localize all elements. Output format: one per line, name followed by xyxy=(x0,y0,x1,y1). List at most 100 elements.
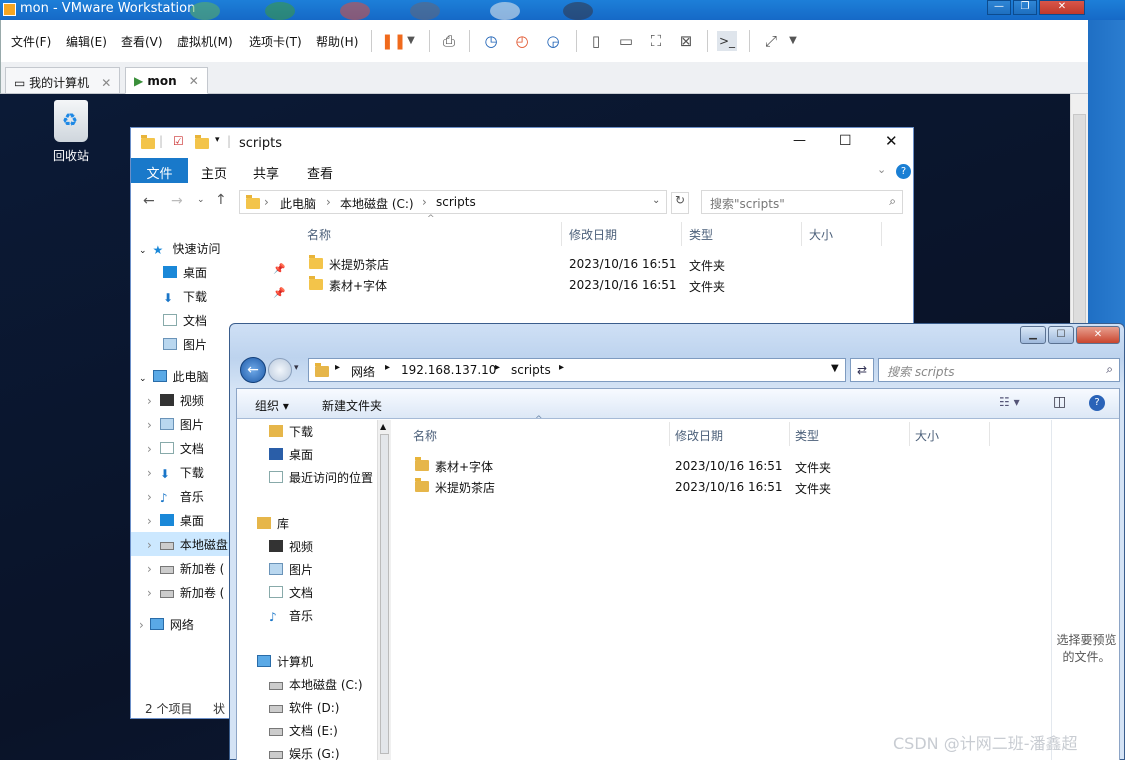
nav-desktop-pc[interactable]: › 桌面 xyxy=(147,512,204,534)
nav-music[interactable]: › ♪ 音乐 xyxy=(147,488,204,510)
breadcrumb-drive-c[interactable]: 本地磁盘 (C:) xyxy=(340,195,414,212)
scroll-up-icon[interactable]: ▲ xyxy=(380,422,386,431)
search-input[interactable]: 搜索 scripts ⌕ xyxy=(878,358,1120,382)
organize-button[interactable]: 组织 ▾ xyxy=(255,397,289,414)
column-name[interactable]: 名称 xyxy=(307,226,331,243)
close-button[interactable]: ✕ xyxy=(1076,326,1120,344)
back-icon[interactable]: ← xyxy=(240,357,266,383)
nav-pictures[interactable]: 图片 xyxy=(269,561,313,583)
menu-view[interactable]: 查看(V) xyxy=(121,33,163,50)
maximize-button[interactable]: ☐ xyxy=(1048,326,1074,344)
column-modified[interactable]: 修改日期 xyxy=(675,427,723,444)
send-keys-icon[interactable]: ⎙ xyxy=(439,31,459,51)
chevron-down-icon[interactable]: ⌄ xyxy=(139,246,147,256)
chevron-down-icon[interactable]: ▼ xyxy=(831,363,839,374)
file-row[interactable]: 素材+字体 xyxy=(415,457,493,475)
nav-documents[interactable]: 文档 xyxy=(269,584,313,606)
console-icon[interactable]: >_ xyxy=(717,31,737,51)
nav-library[interactable]: 库 xyxy=(257,515,289,537)
chevron-down-icon[interactable]: ⌄ xyxy=(197,195,205,205)
nav-scrollbar[interactable]: ▲ xyxy=(377,420,391,760)
nav-drive-d[interactable]: 软件 (D:) xyxy=(269,699,339,721)
chevron-right-icon[interactable]: › xyxy=(147,490,152,504)
nav-volume-2[interactable]: › 新加卷 ( xyxy=(147,584,224,606)
column-divider[interactable] xyxy=(681,222,682,246)
properties-icon[interactable]: ☑ xyxy=(173,134,184,148)
address-bar[interactable]: ▸ 网络 ▸ 192.168.137.10 ▸ scripts ▸ ▼ xyxy=(308,358,846,382)
up-icon[interactable]: ↑ xyxy=(215,192,227,208)
column-divider[interactable] xyxy=(561,222,562,246)
address-bar[interactable]: › 此电脑 › 本地磁盘 (C:) › scripts ⌄ xyxy=(239,190,667,214)
close-button[interactable]: ✕ xyxy=(1039,0,1085,15)
column-type[interactable]: 类型 xyxy=(689,226,713,243)
column-divider[interactable] xyxy=(989,422,990,446)
file-row[interactable]: 素材+字体 xyxy=(309,276,387,294)
help-icon[interactable]: ? xyxy=(896,164,911,179)
pin-icon[interactable]: 📌 xyxy=(273,288,285,299)
recycle-bin[interactable]: 回收站 xyxy=(48,100,94,164)
nav-downloads-pc[interactable]: › ⬇ 下载 xyxy=(147,464,204,486)
breadcrumb-host[interactable]: 192.168.137.10 xyxy=(401,363,496,377)
tab-view[interactable]: 查看 xyxy=(295,158,345,183)
forward-icon[interactable] xyxy=(268,358,292,382)
chevron-right-icon[interactable]: › xyxy=(147,562,152,576)
scrollbar-thumb[interactable] xyxy=(380,434,389,754)
column-divider[interactable] xyxy=(789,422,790,446)
nav-computer[interactable]: 计算机 xyxy=(257,653,313,675)
column-divider[interactable] xyxy=(909,422,910,446)
breadcrumb-network[interactable]: 网络 xyxy=(351,363,375,380)
breadcrumb-scripts[interactable]: scripts xyxy=(436,195,476,209)
close-icon[interactable]: ✕ xyxy=(189,74,199,88)
nav-this-pc[interactable]: ⌄ 此电脑 xyxy=(139,368,209,390)
maximize-button[interactable]: ❐ xyxy=(1013,0,1037,15)
chevron-right-icon[interactable]: › xyxy=(147,466,152,480)
chevron-right-icon[interactable]: › xyxy=(147,442,152,456)
search-icon[interactable]: ⌕ xyxy=(889,194,896,209)
chevron-right-icon[interactable]: › xyxy=(147,538,152,552)
tab-share[interactable]: 共享 xyxy=(241,158,291,183)
nav-drive-g[interactable]: 娱乐 (G:) xyxy=(269,745,340,760)
breadcrumb-this-pc[interactable]: 此电脑 xyxy=(280,195,316,212)
column-divider[interactable] xyxy=(881,222,882,246)
chevron-right-icon[interactable]: › xyxy=(139,618,144,632)
close-button[interactable]: ✕ xyxy=(885,132,898,150)
view-options-icon[interactable]: ☷ ▾ xyxy=(999,395,1020,409)
tab-home[interactable]: 主页 xyxy=(189,158,239,183)
nav-music[interactable]: ♪ 音乐 xyxy=(269,607,313,629)
nav-documents-pc[interactable]: › 文档 xyxy=(147,440,204,462)
column-modified[interactable]: 修改日期 xyxy=(569,226,617,243)
column-name[interactable]: 名称 xyxy=(413,427,437,444)
nav-volume-1[interactable]: › 新加卷 ( xyxy=(147,560,224,582)
column-type[interactable]: 类型 xyxy=(795,427,819,444)
fullscreen-icon[interactable]: ⛶ xyxy=(646,31,666,51)
stretch-icon[interactable]: ⤢ xyxy=(761,31,781,51)
nav-drive-c[interactable]: 本地磁盘 (C:) xyxy=(269,676,363,698)
close-icon[interactable]: ✕ xyxy=(101,76,111,90)
column-size[interactable]: 大小 xyxy=(915,427,939,444)
nav-downloads[interactable]: ⬇ 下载 📌 xyxy=(163,288,285,310)
nav-quick-access[interactable]: ⌄ ★ 快速访问 xyxy=(139,240,221,262)
help-icon[interactable]: ? xyxy=(1089,395,1105,411)
preview-pane-icon[interactable]: ◫ xyxy=(1053,394,1066,410)
maximize-button[interactable]: ☐ xyxy=(839,133,852,149)
nav-videos[interactable]: 视频 xyxy=(269,538,313,560)
new-folder-button[interactable]: 新建文件夹 xyxy=(322,397,382,414)
menu-file[interactable]: 文件(F) xyxy=(11,33,51,50)
menu-edit[interactable]: 编辑(E) xyxy=(66,33,107,50)
nav-network[interactable]: › 网络 xyxy=(139,616,194,638)
chevron-down-icon[interactable]: ⌄ xyxy=(877,163,886,176)
chevron-down-icon[interactable]: ⌄ xyxy=(139,374,147,384)
back-icon[interactable]: ← xyxy=(143,193,155,209)
refresh-icon[interactable]: ↻ xyxy=(671,192,689,214)
snapshot-manager-icon[interactable]: ◶ xyxy=(543,31,563,51)
nav-desktop[interactable]: 桌面 📌 xyxy=(163,264,285,286)
column-divider[interactable] xyxy=(669,422,670,446)
new-folder-icon[interactable] xyxy=(195,135,209,149)
pin-icon[interactable]: 📌 xyxy=(273,264,285,275)
sidebar-toggle-icon[interactable]: ▯ xyxy=(586,31,606,51)
forward-icon[interactable]: → xyxy=(171,193,183,209)
nav-recent[interactable]: 最近访问的位置 xyxy=(269,469,373,491)
chevron-right-icon[interactable]: › xyxy=(147,418,152,432)
refresh-icon[interactable]: ⇄ xyxy=(850,358,874,382)
minimize-button[interactable]: — xyxy=(987,0,1011,15)
